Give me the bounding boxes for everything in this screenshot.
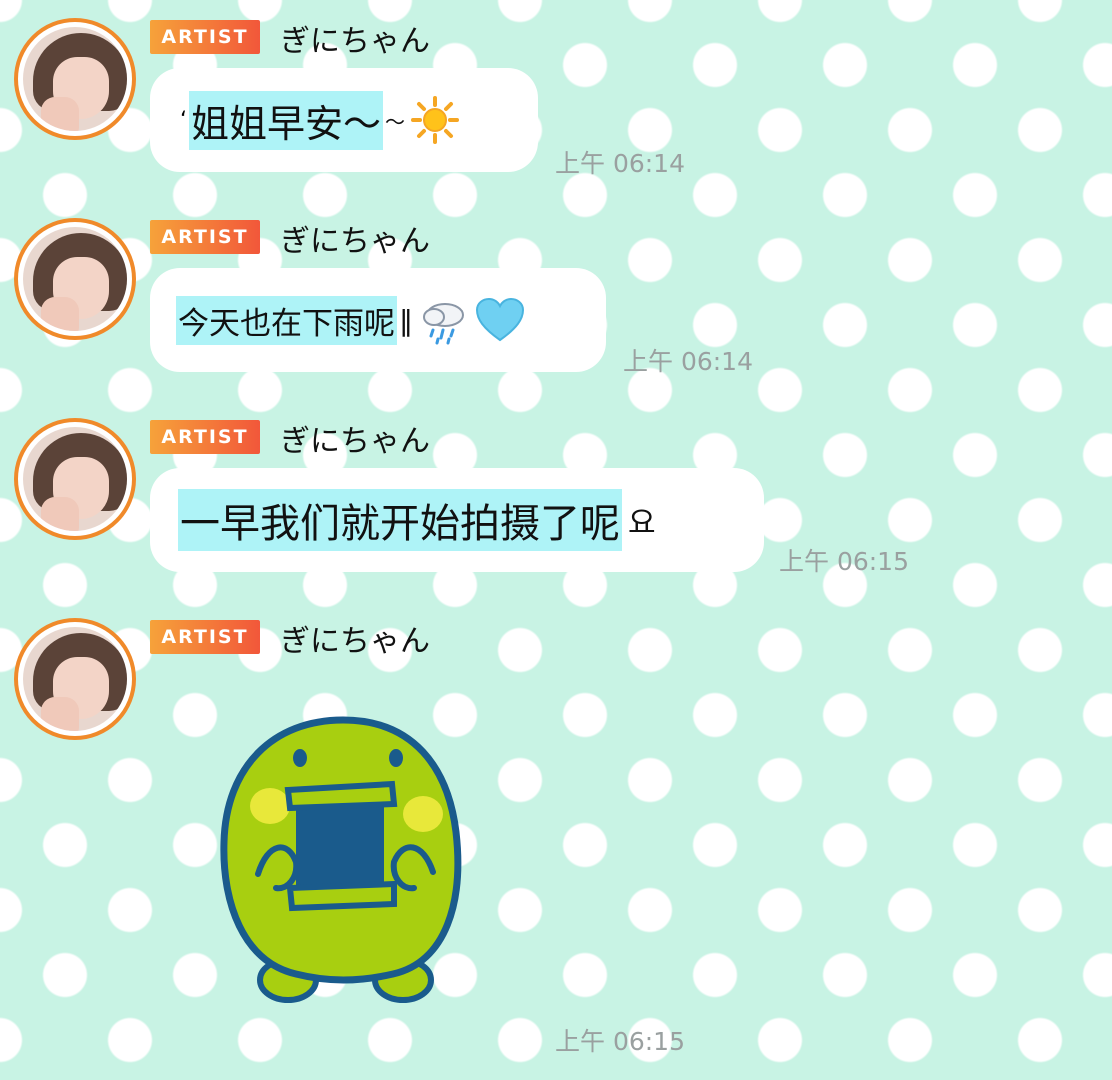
message-1: ARTIST ぎにちゃん ‘ 姐姐早安〜 ～ 上午 06:14 bbox=[0, 0, 1112, 200]
quote-mark: ‘ bbox=[180, 107, 187, 133]
avatar[interactable] bbox=[14, 18, 136, 140]
avatar[interactable] bbox=[14, 418, 136, 540]
avatar[interactable] bbox=[14, 618, 136, 740]
avatar[interactable] bbox=[14, 218, 136, 340]
sun-icon bbox=[411, 96, 460, 144]
green-creature-holding-notebook-sticker[interactable] bbox=[218, 712, 468, 1004]
message-time: 上午 06:14 bbox=[623, 347, 753, 376]
message-trail: ～ bbox=[385, 109, 406, 134]
message-text: 今天也在下雨呢 bbox=[176, 295, 397, 345]
message-time: 上午 06:15 bbox=[779, 547, 909, 576]
sender-name: ぎにちゃん bbox=[280, 624, 430, 659]
message-trail: ‖ bbox=[399, 303, 413, 337]
artist-badge: ARTIST bbox=[150, 20, 260, 54]
sender-name: ぎにちゃん bbox=[280, 224, 430, 259]
message-text: 姐姐早安〜 bbox=[189, 90, 384, 150]
sender-name: ぎにちゃん bbox=[280, 424, 430, 459]
artist-badge: ARTIST bbox=[150, 220, 260, 254]
light-blue-heart-icon bbox=[475, 297, 525, 343]
artist-badge: ARTIST bbox=[150, 420, 260, 454]
rain-cloud-icon bbox=[419, 295, 469, 345]
message-bubble[interactable]: 今天也在下雨呢 ‖ bbox=[150, 268, 606, 372]
artist-badge: ARTIST bbox=[150, 620, 260, 654]
message-bubble[interactable]: ‘ 姐姐早安〜 ～ bbox=[150, 68, 538, 172]
message-trail: 요 bbox=[628, 506, 656, 541]
message-2: ARTIST ぎにちゃん 今天也在下雨呢 ‖ 上午 06:14 bbox=[0, 200, 1112, 400]
message-text: 一早我们就开始拍摄了呢 bbox=[178, 489, 622, 551]
message-time: 上午 06:15 bbox=[555, 1027, 685, 1056]
message-bubble[interactable]: 一早我们就开始拍摄了呢 요 bbox=[150, 468, 764, 572]
message-3: ARTIST ぎにちゃん 一早我们就开始拍摄了呢 요 上午 06:15 bbox=[0, 400, 1112, 600]
message-time: 上午 06:14 bbox=[555, 149, 685, 178]
message-4: ARTIST ぎにちゃん 上午 06:15 bbox=[0, 600, 1112, 1080]
sender-name: ぎにちゃん bbox=[280, 24, 430, 59]
